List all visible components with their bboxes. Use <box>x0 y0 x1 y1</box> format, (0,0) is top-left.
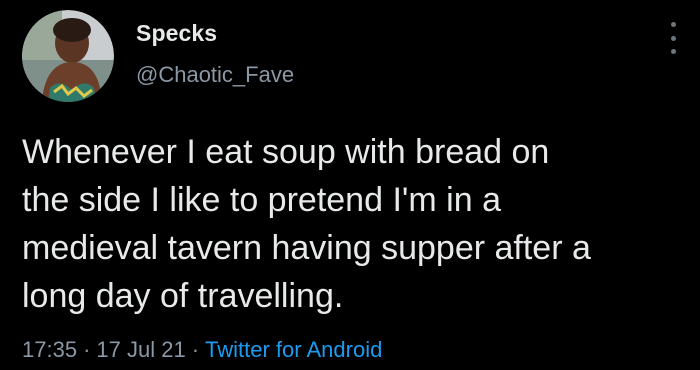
user-handle[interactable]: @Chaotic_Fave <box>136 62 294 88</box>
tweet-metadata: 17:35 · 17 Jul 21 · Twitter for Android <box>22 337 382 363</box>
tweet-source-link[interactable]: Twitter for Android <box>205 337 382 362</box>
meta-separator: · <box>83 337 91 362</box>
more-vertical-icon <box>670 22 676 27</box>
display-name[interactable]: Specks <box>136 20 217 47</box>
tweet-card: Specks @Chaotic_Fave Whenever I eat soup… <box>0 0 700 370</box>
tweet-time[interactable]: 17:35 <box>22 337 77 362</box>
avatar[interactable] <box>22 10 114 102</box>
more-options-button[interactable] <box>664 18 682 58</box>
tweet-date[interactable]: 17 Jul 21 <box>96 337 185 362</box>
profile-photo <box>22 10 114 102</box>
more-vertical-icon-dot <box>670 35 676 41</box>
tweet-text: Whenever I eat soup with bread on the si… <box>22 133 591 315</box>
meta-separator: · <box>191 337 200 362</box>
more-vertical-icon-dot <box>670 49 676 54</box>
